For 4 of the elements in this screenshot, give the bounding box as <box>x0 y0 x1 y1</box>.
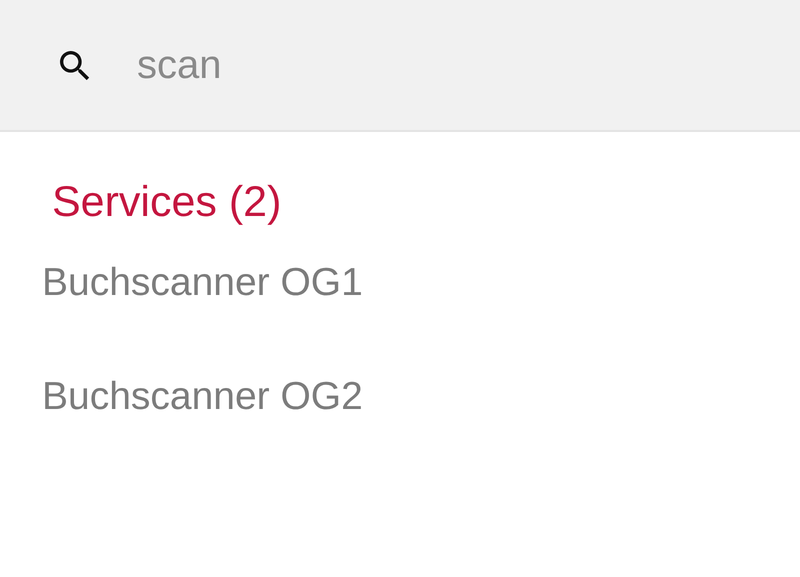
result-item[interactable]: Buchscanner OG1 <box>42 254 363 312</box>
result-item[interactable]: Buchscanner OG2 <box>42 368 363 426</box>
search-field[interactable]: scan <box>0 0 800 132</box>
section-title: Services (2) <box>52 177 282 228</box>
